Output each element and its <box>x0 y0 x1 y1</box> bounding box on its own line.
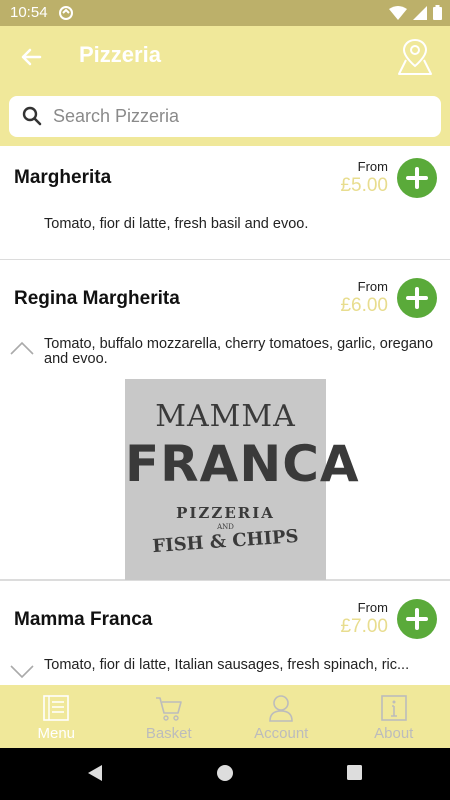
system-nav-bar <box>0 748 450 800</box>
chevron-down-icon[interactable] <box>10 665 34 684</box>
from-label: From <box>357 600 388 615</box>
item-name: Regina Margherita <box>14 288 180 309</box>
add-button[interactable] <box>397 158 437 198</box>
back-button[interactable] <box>16 42 46 72</box>
logo-line-3: PIZZERIA <box>176 504 275 522</box>
signal-icon <box>413 5 427 25</box>
page-title: Pizzeria <box>79 42 161 67</box>
nav-account[interactable]: Account <box>225 685 338 748</box>
sync-icon <box>58 5 74 26</box>
wifi-icon <box>389 5 407 25</box>
bottom-nav: Menu Basket Account About <box>0 685 450 748</box>
map-pin-icon <box>398 38 432 75</box>
logo-line-2: FRANCA <box>125 435 360 493</box>
nav-about[interactable]: About <box>338 685 450 748</box>
add-button[interactable] <box>397 599 437 639</box>
system-home-icon[interactable] <box>216 764 234 787</box>
chevron-up-icon[interactable] <box>10 341 34 360</box>
nav-label: Basket <box>145 725 192 742</box>
status-bar: 10:54 <box>0 0 450 26</box>
app-bar: Pizzeria <box>0 26 450 88</box>
nav-label: About <box>374 725 414 742</box>
item-description: Tomato, buffalo mozzarella, cherry tomat… <box>44 336 434 367</box>
nav-basket[interactable]: Basket <box>113 685 226 748</box>
cart-icon <box>155 694 183 727</box>
from-label: From <box>357 159 388 174</box>
item-description: Tomato, fior di latte, Italian sausages,… <box>44 658 410 673</box>
item-name: Mamma Franca <box>14 609 153 630</box>
from-label: From <box>357 279 388 294</box>
nav-menu[interactable]: Menu <box>0 685 113 748</box>
list-item[interactable]: Margherita From £5.00 Tomato, fior di la… <box>0 146 450 260</box>
system-back-icon[interactable] <box>86 764 104 787</box>
add-button[interactable] <box>397 278 437 318</box>
item-description: Tomato, fior di latte, fresh basil and e… <box>44 216 309 232</box>
menu-icon <box>42 694 70 727</box>
restaurant-logo: MAMMA FRANCA PIZZERIA AND FISH & CHIPS <box>125 379 360 580</box>
back-arrow-icon <box>21 48 42 66</box>
location-button[interactable] <box>396 36 434 76</box>
user-icon <box>267 694 295 727</box>
item-price: £6.00 <box>340 295 388 316</box>
search-box[interactable] <box>9 96 441 137</box>
status-time: 10:54 <box>10 4 48 21</box>
item-price: £7.00 <box>340 616 388 637</box>
search-input[interactable] <box>53 103 423 129</box>
menu-list: Margherita From £5.00 Tomato, fior di la… <box>0 146 450 685</box>
system-recents-icon[interactable] <box>346 764 363 786</box>
battery-icon <box>433 5 442 25</box>
list-item[interactable]: Mamma Franca From £7.00 Tomato, fior di … <box>0 580 450 685</box>
nav-label: Menu <box>37 725 76 742</box>
nav-label: Account <box>254 725 309 742</box>
search-bar <box>0 88 450 146</box>
item-name: Margherita <box>14 167 112 188</box>
item-price: £5.00 <box>340 175 388 196</box>
info-icon <box>380 694 408 727</box>
logo-line-1: MAMMA <box>155 399 296 434</box>
search-icon <box>22 106 42 131</box>
